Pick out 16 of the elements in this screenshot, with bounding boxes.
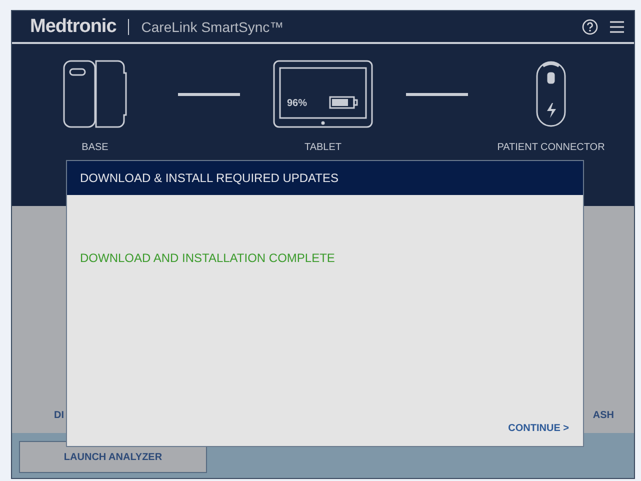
action-button[interactable]: DI <box>54 410 64 421</box>
device-label: PATIENT CONNECTOR <box>497 142 605 153</box>
status-message: DOWNLOAD AND INSTALLATION COMPLETE <box>80 251 336 265</box>
continue-button[interactable]: CONTINUE > <box>508 423 569 434</box>
brand-logo: Medtronic <box>30 16 116 38</box>
action-button[interactable]: ASH <box>592 410 614 421</box>
device-label: TABLET <box>304 142 342 153</box>
base-station-icon <box>63 60 127 128</box>
dialog-title: DOWNLOAD & INSTALL REQUIRED UPDATES <box>67 161 583 195</box>
battery-percent: 96% <box>287 98 308 109</box>
menu-icon[interactable] <box>610 20 624 34</box>
help-icon[interactable] <box>582 18 598 34</box>
product-name: CareLink SmartSync™ <box>141 18 284 34</box>
battery-icon <box>329 96 358 109</box>
patient-connector-icon <box>535 60 567 128</box>
device-label: BASE <box>82 142 108 153</box>
